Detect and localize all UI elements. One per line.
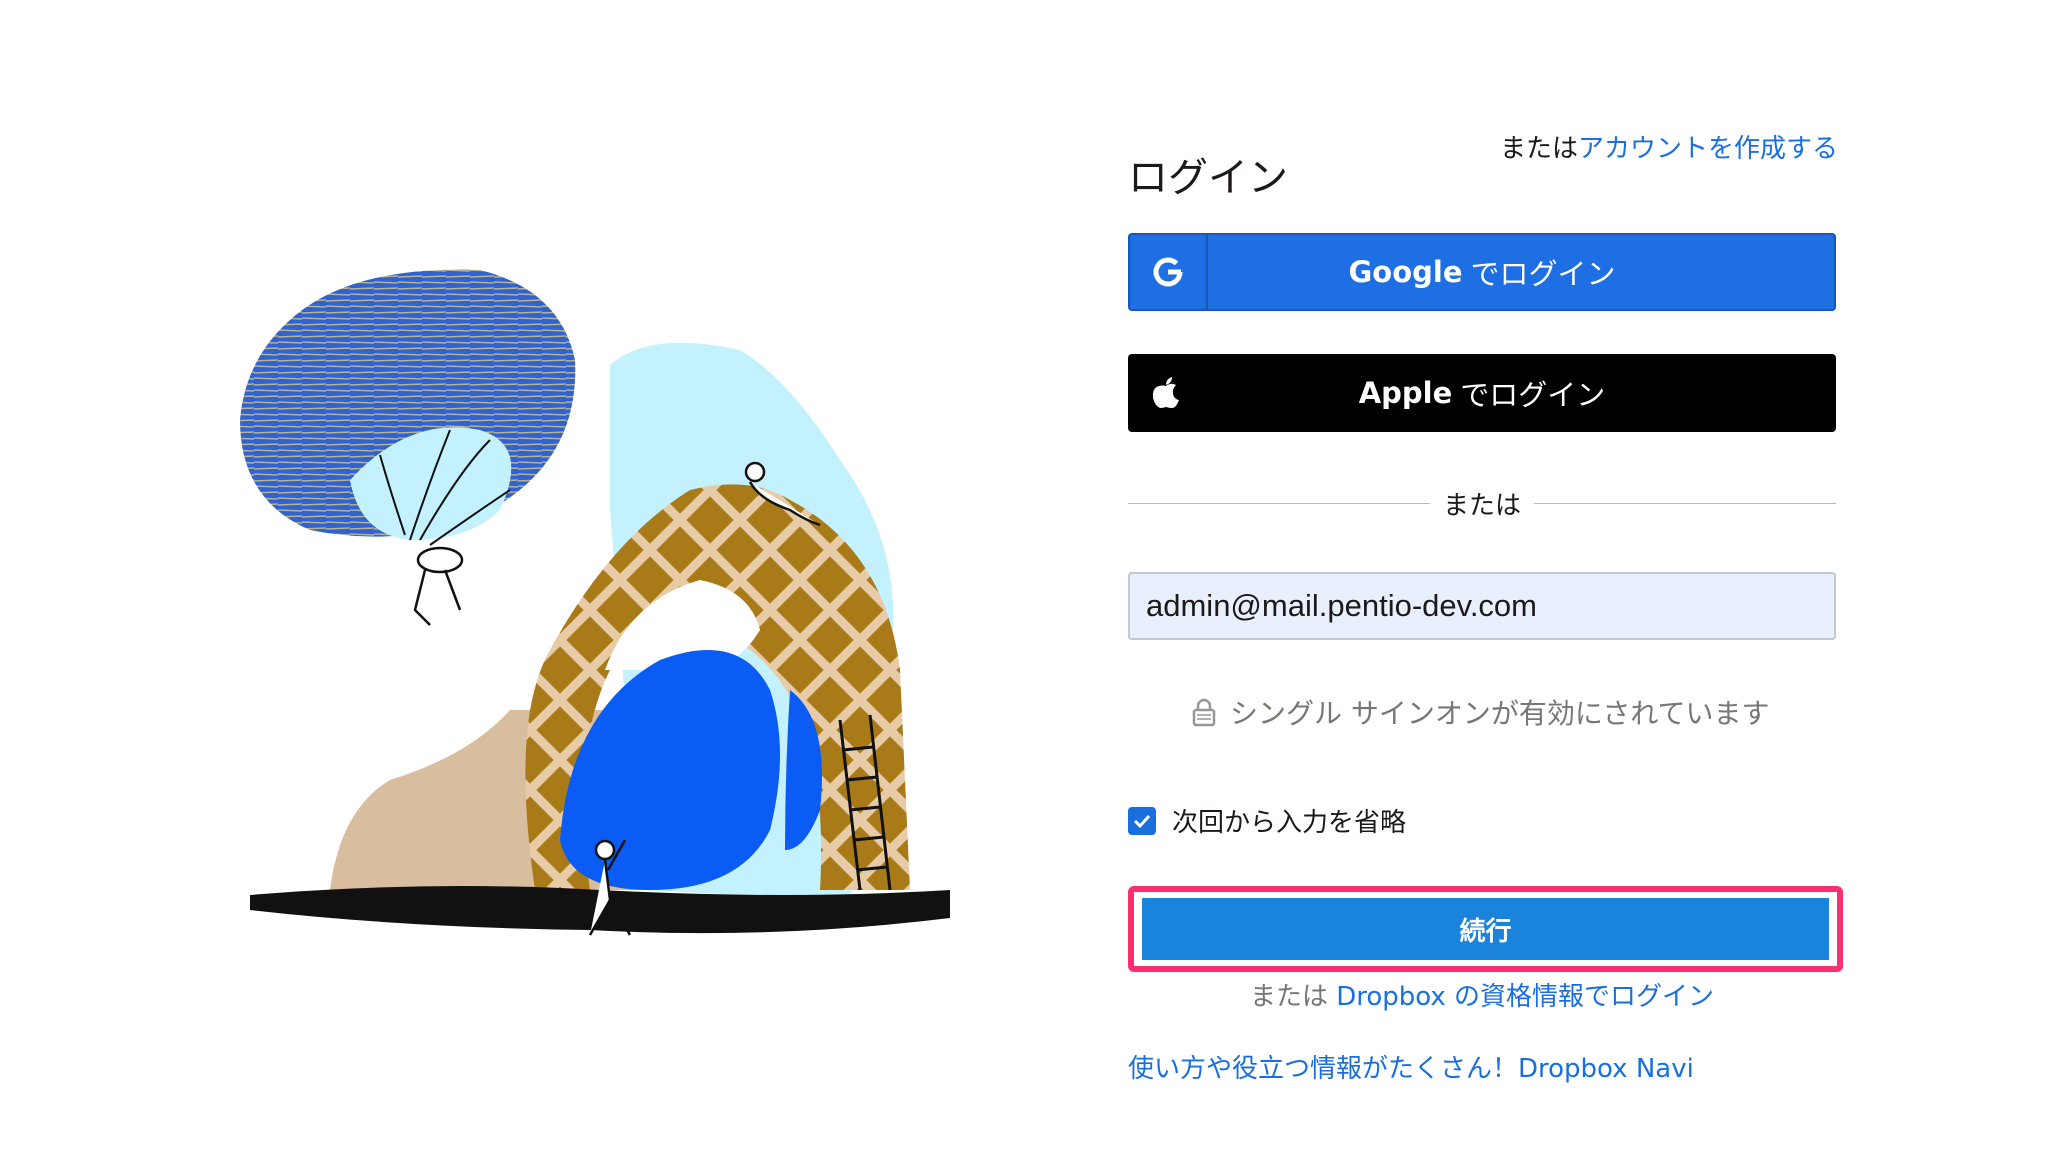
sso-notice-text: シングル サインオンが有効にされています: [1230, 697, 1770, 730]
dropbox-navi-link[interactable]: 使い方や役立つ情報がたくさん！Dropbox Navi: [1128, 1048, 1694, 1085]
apple-logo-icon: [1128, 354, 1204, 432]
login-panel: ログイン またはアカウントを作成する Google でログイン Apple でロ…: [1128, 0, 1843, 1153]
google-login-label: でログイン: [1470, 257, 1616, 291]
remember-me-checkbox[interactable]: [1128, 806, 1156, 835]
apple-brand-label: Apple: [1358, 376, 1453, 410]
or-divider: または: [1128, 483, 1836, 523]
create-account-prompt: またはアカウントを作成する: [1500, 128, 1838, 165]
hero-illustration: [230, 250, 960, 950]
apple-login-label: でログイン: [1460, 378, 1606, 412]
continue-button-highlight: 続行: [1128, 886, 1843, 972]
continue-button[interactable]: 続行: [1142, 898, 1829, 960]
google-brand-label: Google: [1348, 255, 1463, 289]
alt-login-prompt: または Dropbox の資格情報でログイン: [1128, 976, 1836, 1013]
lock-icon: [1192, 697, 1216, 727]
page-title: ログイン: [1128, 154, 1288, 201]
google-login-button[interactable]: Google でログイン: [1128, 233, 1836, 311]
or-text: または: [1499, 134, 1578, 164]
checkmark-icon: [1133, 814, 1151, 828]
google-g-icon: [1130, 235, 1208, 309]
sso-notice: シングル サインオンが有効にされています: [1192, 692, 1770, 732]
dropbox-credentials-login-link[interactable]: Dropbox の資格情報でログイン: [1336, 982, 1714, 1012]
email-field[interactable]: [1128, 572, 1836, 640]
alt-login-prefix: または: [1249, 982, 1328, 1012]
remember-me-label[interactable]: 次回から入力を省略: [1172, 802, 1406, 839]
remember-me: 次回から入力を省略: [1128, 802, 1406, 839]
apple-login-button[interactable]: Apple でログイン: [1128, 354, 1836, 432]
divider-line-right: [1534, 503, 1836, 504]
create-account-link[interactable]: アカウントを作成する: [1578, 134, 1838, 164]
